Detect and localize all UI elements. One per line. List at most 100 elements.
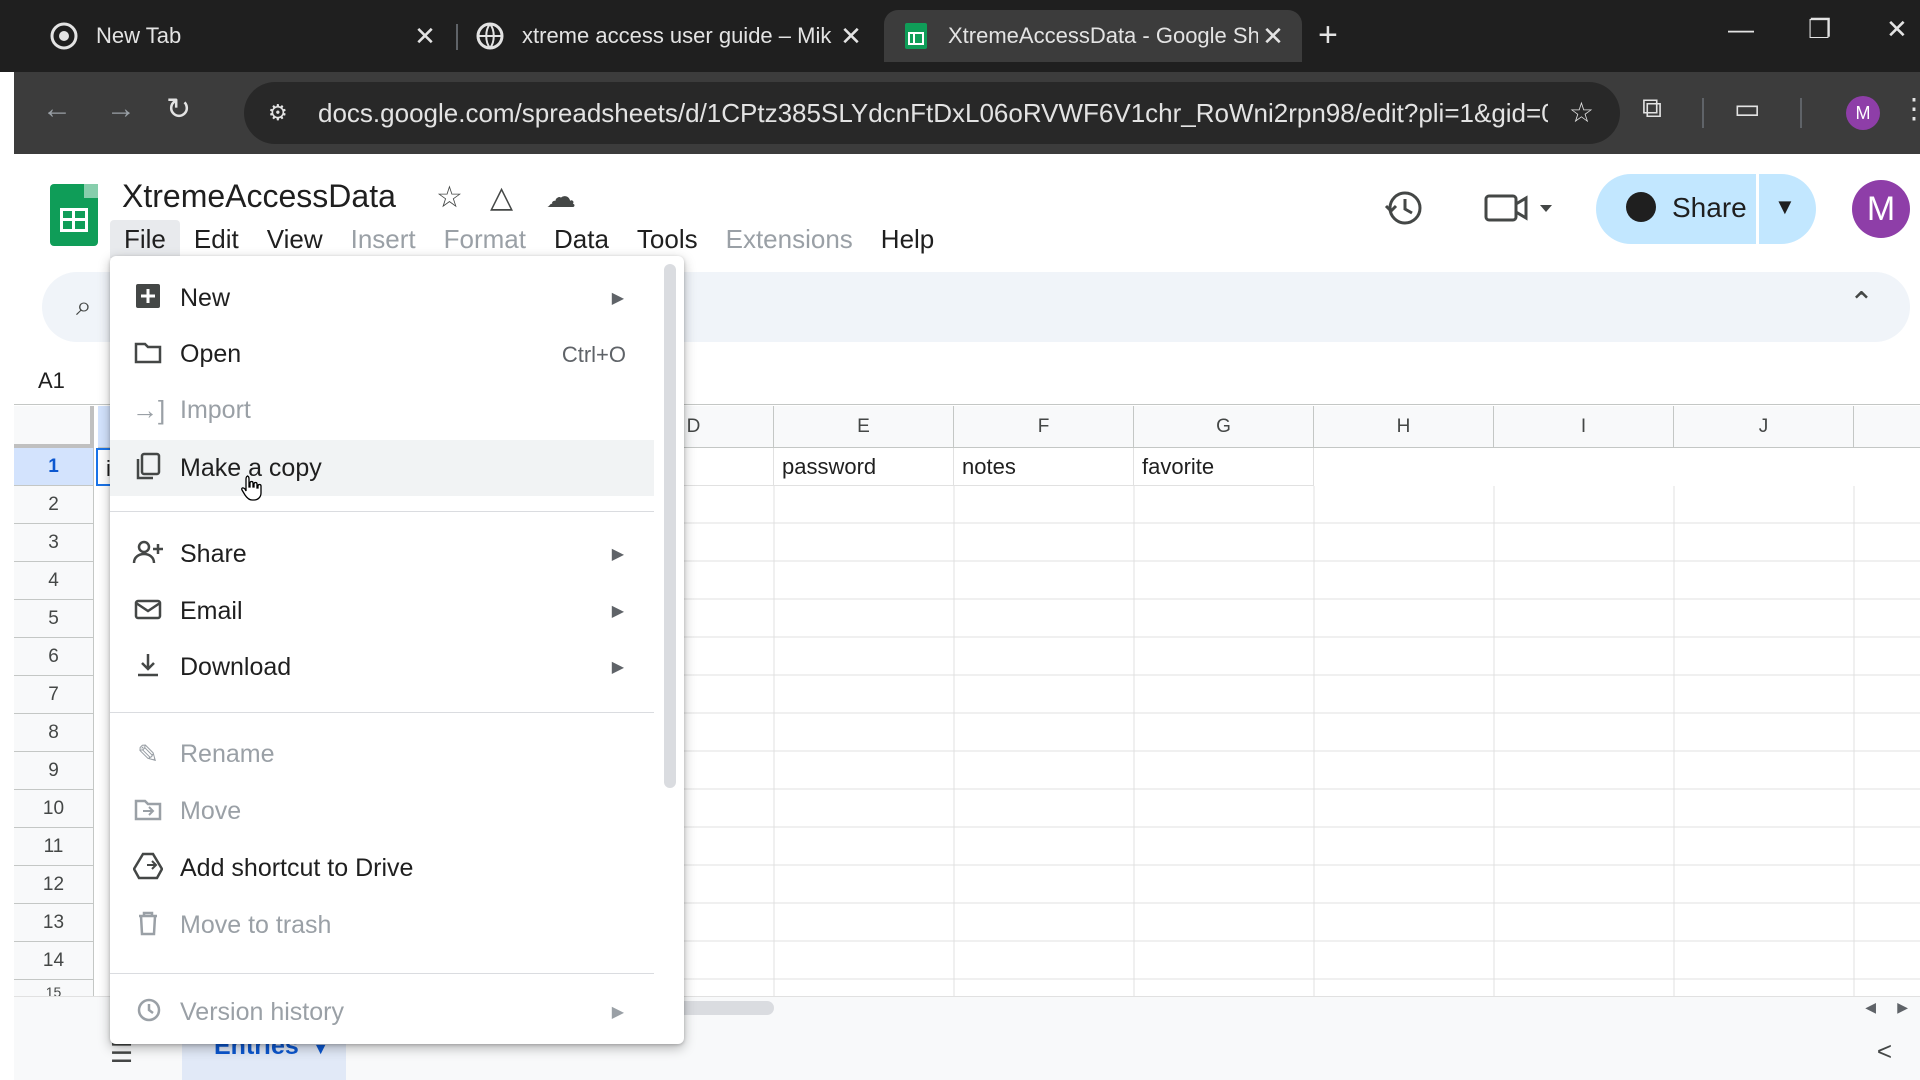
row-header[interactable]: 14 (14, 942, 94, 980)
file-menu-move-to-trash[interactable]: Move to trash (110, 897, 654, 953)
file-menu-share[interactable]: Share ▶ (110, 526, 654, 582)
file-menu-make-a-copy[interactable]: Make a copy (110, 440, 654, 496)
site-settings-icon[interactable]: ⚙ (268, 100, 298, 126)
row-header[interactable]: 8 (14, 714, 94, 752)
menu-help[interactable]: Help (867, 220, 948, 258)
pencil-icon: ✎ (137, 739, 159, 769)
file-menu-rename[interactable]: ✎ Rename (110, 726, 654, 782)
menu-file[interactable]: File (110, 220, 180, 258)
menu-edit[interactable]: Edit (180, 220, 253, 258)
forward-arrow-icon[interactable]: → (106, 92, 136, 126)
row-header[interactable]: 10 (14, 790, 94, 828)
menu-separator (110, 712, 654, 713)
scroll-left-icon[interactable]: ◀ (1865, 999, 1876, 1016)
history-icon (132, 996, 164, 1028)
account-avatar[interactable]: M (1852, 180, 1910, 238)
minimize-icon[interactable]: — (1728, 14, 1754, 45)
star-icon[interactable]: ☆ (436, 180, 463, 215)
column-header[interactable]: E (774, 406, 954, 448)
sheets-logo-icon[interactable] (50, 184, 98, 246)
extensions-puzzle-icon[interactable]: ⧉ (1642, 92, 1662, 125)
document-title[interactable]: XtremeAccessData (122, 178, 396, 215)
browser-tab-strip: New Tab ✕ xtreme access user guide – Mik… (0, 0, 1920, 72)
row-header[interactable]: 9 (14, 752, 94, 790)
menu-item-shortcut: Ctrl+O (561, 342, 626, 367)
row-header[interactable]: 13 (14, 904, 94, 942)
file-menu-move[interactable]: Move (110, 783, 654, 839)
share-button-label: Share (1672, 192, 1747, 223)
row-header[interactable]: 12 (14, 866, 94, 904)
new-tab-plus-icon[interactable]: + (1318, 16, 1338, 55)
url-text[interactable]: docs.google.com/spreadsheets/d/1CPtz385S… (318, 98, 1548, 129)
close-tab-icon[interactable]: ✕ (836, 21, 866, 52)
file-menu-version-history[interactable]: Version history ▶ (110, 984, 654, 1040)
column-header[interactable]: G (1134, 406, 1314, 448)
row-header[interactable]: 3 (14, 524, 94, 562)
column-header[interactable]: F (954, 406, 1134, 448)
menu-item-label: Download (180, 653, 292, 681)
column-header[interactable]: H (1314, 406, 1494, 448)
bookmark-star-icon[interactable]: ☆ (1569, 96, 1594, 129)
row-header[interactable]: 2 (14, 486, 94, 524)
cell-f1[interactable]: notes (954, 448, 1134, 486)
file-menu-new[interactable]: New ▶ (110, 270, 654, 326)
select-all-corner[interactable] (14, 406, 94, 448)
row-header[interactable]: 4 (14, 562, 94, 600)
side-panel-collapse-icon[interactable]: < (1877, 1036, 1892, 1067)
close-tab-icon[interactable]: ✕ (1258, 21, 1288, 52)
name-box[interactable]: A1 (38, 368, 65, 394)
column-header[interactable] (1854, 406, 1920, 448)
toolbar-divider (1800, 98, 1802, 128)
browser-menu-icon[interactable]: ⋮ (1900, 92, 1920, 125)
browser-tab-sheets[interactable]: XtremeAccessData - Google Sh ✕ (884, 10, 1302, 62)
row-header[interactable]: 1 (14, 448, 94, 486)
menu-insert[interactable]: Insert (337, 220, 430, 258)
browser-profile-avatar[interactable]: M (1846, 96, 1880, 130)
move-to-drive-icon[interactable]: △ (490, 180, 513, 215)
share-button[interactable]: Share ▼ (1596, 174, 1816, 244)
menu-format[interactable]: Format (430, 220, 540, 258)
browser-tab-user-guide[interactable]: xtreme access user guide – Mik ✕ (440, 10, 880, 62)
column-header[interactable]: J (1674, 406, 1854, 448)
restore-icon[interactable]: ❐ (1808, 14, 1831, 45)
row-header[interactable]: 5 (14, 600, 94, 638)
horizontal-scroll-thumb[interactable] (674, 1001, 774, 1015)
tab-title: xtreme access user guide – Mik (522, 23, 832, 48)
file-menu-import[interactable]: →] Import (110, 382, 654, 438)
cell-e1[interactable]: password (774, 448, 954, 486)
cloud-status-icon[interactable]: ☁ (546, 180, 576, 215)
scroll-right-icon[interactable]: ▶ (1897, 999, 1908, 1016)
collapse-caret-icon[interactable]: ⌃ (1849, 286, 1874, 321)
menu-data[interactable]: Data (540, 220, 623, 258)
version-history-icon[interactable] (1384, 188, 1424, 237)
copy-icon (132, 452, 164, 484)
close-window-icon[interactable]: ✕ (1886, 14, 1908, 45)
menu-extensions[interactable]: Extensions (712, 220, 867, 258)
share-dropdown-icon[interactable]: ▼ (1774, 194, 1796, 220)
column-header[interactable]: I (1494, 406, 1674, 448)
search-icon[interactable]: ⌕ (76, 290, 92, 323)
row-header[interactable]: 7 (14, 676, 94, 714)
file-menu-download[interactable]: Download ▶ (110, 639, 654, 695)
submenu-arrow-icon: ▶ (611, 603, 624, 620)
menu-tools[interactable]: Tools (623, 220, 712, 258)
cell-g1[interactable]: favorite (1134, 448, 1314, 486)
menu-bar: File Edit View Insert Format Data Tools … (110, 220, 948, 258)
meet-video-icon[interactable] (1484, 188, 1556, 237)
back-arrow-icon[interactable]: ← (42, 92, 72, 126)
cast-search-icon[interactable]: ▭ (1734, 92, 1760, 125)
menu-separator (110, 511, 654, 512)
browser-tab-new-tab[interactable]: New Tab ✕ (14, 10, 454, 62)
file-menu-add-shortcut[interactable]: Add shortcut to Drive (110, 840, 654, 896)
menu-scrollbar[interactable] (664, 264, 676, 788)
close-tab-icon[interactable]: ✕ (410, 21, 440, 52)
row-header[interactable]: 6 (14, 638, 94, 676)
move-folder-icon (132, 795, 164, 827)
menu-view[interactable]: View (253, 220, 337, 258)
file-menu-open[interactable]: Open Ctrl+O (110, 326, 654, 382)
reload-icon[interactable]: ↻ (166, 92, 191, 127)
file-menu-email[interactable]: Email ▶ (110, 583, 654, 639)
address-bar[interactable]: ⚙ docs.google.com/spreadsheets/d/1CPtz38… (244, 82, 1620, 144)
row-header[interactable]: 11 (14, 828, 94, 866)
row-header[interactable]: 15 (14, 980, 94, 996)
